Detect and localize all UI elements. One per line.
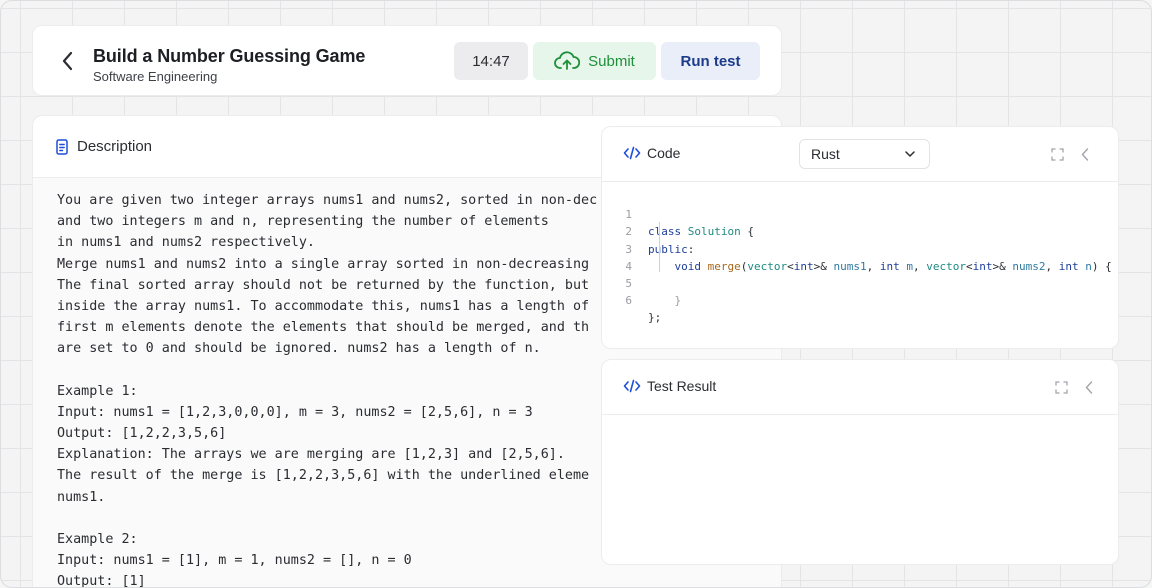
back-button[interactable] — [55, 48, 81, 74]
app-frame: Build a Number Guessing Game Software En… — [0, 0, 1152, 588]
test-result-header: Test Result — [602, 360, 1118, 415]
code-icon — [623, 379, 641, 393]
test-result-title: Test Result — [647, 378, 717, 394]
description-text: You are given two integer arrays nums1 a… — [57, 190, 617, 588]
cloud-upload-icon — [554, 51, 581, 70]
description-line: nums1. — [57, 489, 106, 505]
line-number: 6 — [625, 294, 632, 308]
collapse-code-button[interactable] — [1076, 145, 1094, 163]
code-line: 3 void merge(vector<int>& nums1, int m, … — [602, 223, 1118, 273]
submit-button[interactable]: Submit — [533, 42, 656, 80]
code-line: 6 }; — [602, 275, 1118, 324]
description-line: Merge nums1 and nums2 into a single arra… — [57, 256, 590, 272]
description-line: Output: [1,2,2,3,5,6] — [57, 426, 227, 442]
code-panel: Code Rust 1 class Solution {2 public: 3… — [601, 126, 1119, 349]
chevron-left-icon — [1081, 147, 1089, 161]
expand-icon — [1054, 380, 1068, 394]
submit-label: Submit — [588, 52, 635, 70]
expand-icon — [1050, 147, 1064, 161]
description-line: and two integers m and n, representing t… — [57, 214, 549, 230]
description-line: Example 2: — [57, 532, 138, 547]
description-line: Input: nums1 = [1,2,3,0,0,0], m = 3, num… — [57, 404, 533, 420]
language-select-value: Rust — [811, 146, 840, 162]
page-title: Build a Number Guessing Game — [93, 46, 366, 66]
description-line: The result of the merge is [1,2,2,3,5,6]… — [57, 468, 590, 484]
description-line: Input: nums1 = [1], m = 1, nums2 = [], n… — [57, 553, 412, 569]
code-line: 1 class Solution { — [602, 189, 1118, 238]
collapse-result-button[interactable] — [1080, 378, 1098, 396]
chevron-left-icon — [62, 51, 73, 71]
language-select[interactable]: Rust — [799, 139, 930, 169]
test-result-panel: Test Result — [601, 359, 1119, 565]
indent-guide — [659, 222, 660, 272]
page-subtitle: Software Engineering — [93, 69, 218, 84]
chevron-left-icon — [1085, 380, 1093, 394]
description-line: inside the array nums1. To accommodate t… — [57, 298, 590, 314]
description-line: are set to 0 and should be ignored. nums… — [57, 341, 541, 357]
countdown-timer: 14:47 — [454, 42, 528, 80]
run-test-button[interactable]: Run test — [661, 42, 760, 80]
description-line — [57, 360, 617, 381]
expand-result-button[interactable] — [1052, 378, 1070, 396]
document-icon — [56, 139, 68, 155]
code-line: 4 — [602, 241, 1118, 273]
code-line: 5 } — [602, 258, 1118, 307]
description-line: Example 1: — [57, 383, 138, 399]
code-panel-header: Code Rust — [602, 127, 1118, 182]
description-title: Description — [77, 138, 153, 155]
description-line: Explanation: The arrays we are merging a… — [57, 447, 565, 463]
description-line — [57, 508, 617, 529]
task-header: Build a Number Guessing Game Software En… — [32, 25, 782, 96]
code-panel-title: Code — [647, 145, 681, 161]
expand-code-button[interactable] — [1048, 145, 1066, 163]
code-line: 2 public: — [602, 206, 1118, 255]
description-line: in nums1 and nums2 respectively. — [57, 235, 315, 251]
description-line: The final sorted array should not be ret… — [57, 277, 590, 293]
code-text: }; — [648, 311, 662, 325]
description-line: Output: [1] — [57, 574, 146, 588]
code-editor[interactable]: 1 class Solution { 2 public: 3 void merg… — [602, 189, 1118, 324]
description-line: first m elements denote the elements tha… — [57, 320, 590, 336]
chevron-down-icon — [905, 151, 915, 157]
code-icon — [623, 146, 641, 160]
description-line: You are given two integer arrays nums1 a… — [57, 193, 598, 208]
